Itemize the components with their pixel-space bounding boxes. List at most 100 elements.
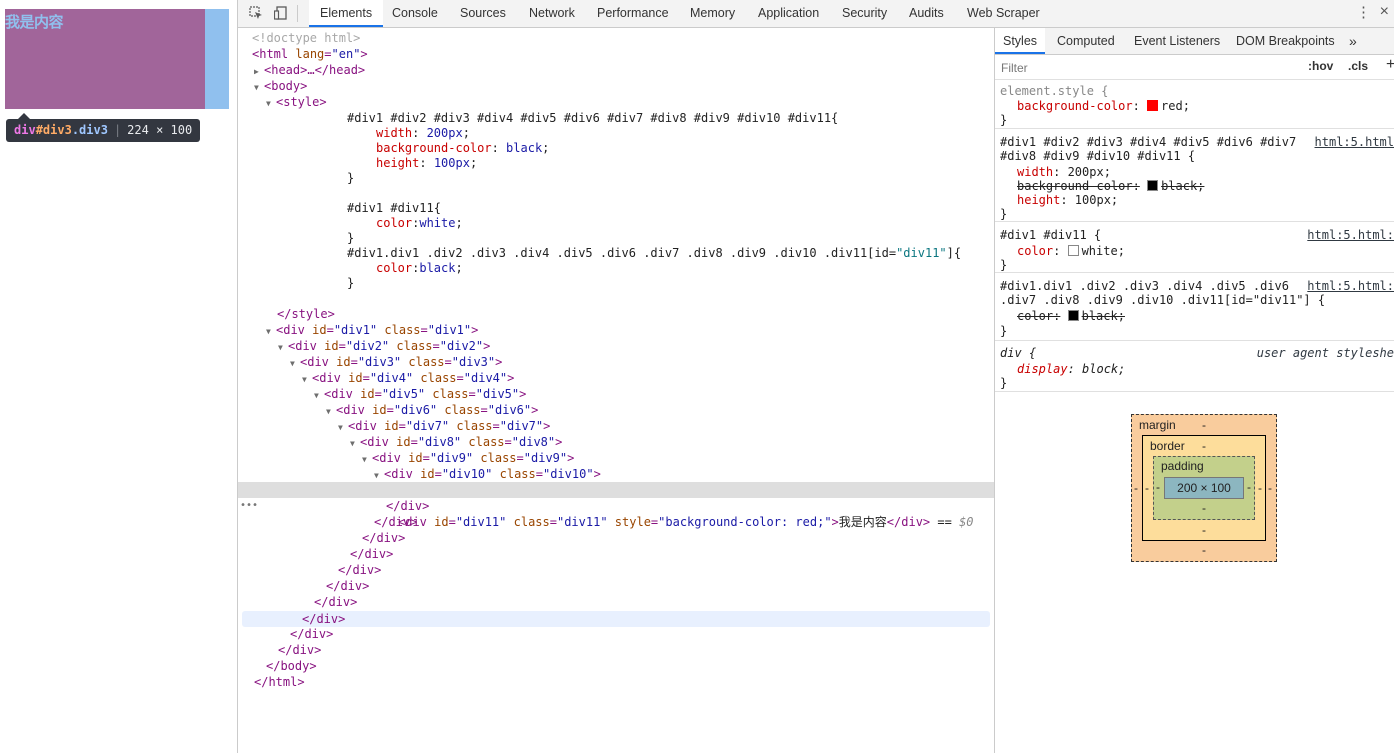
css-close-brace: } (347, 231, 355, 245)
hover-state-toggle[interactable]: :hov (1308, 59, 1333, 73)
collapse-triangle-icon[interactable]: ▼ (254, 80, 264, 96)
ellipsis-icon[interactable]: ••• (240, 498, 258, 514)
tab-network[interactable]: Network (529, 0, 575, 27)
tab-event-listeners[interactable]: Event Listeners (1134, 28, 1220, 54)
padding-bottom-value[interactable]: - (1202, 501, 1206, 515)
rule-declaration-overridden[interactable]: color: black; (1017, 309, 1125, 323)
tab-console[interactable]: Console (392, 0, 438, 27)
box-model-border[interactable]: border - - - - padding - - - 200 × 100 (1142, 435, 1266, 541)
rule-close: } (1000, 113, 1008, 127)
tab-security[interactable]: Security (842, 0, 887, 27)
margin-top-value[interactable]: - (1202, 418, 1206, 432)
margin-bottom-value[interactable]: - (1202, 543, 1206, 557)
rule-selector[interactable]: #div8 #div9 #div10 #div11 { (1000, 149, 1195, 163)
rule-declaration[interactable]: color: white; (1017, 244, 1125, 258)
styles-filter-input[interactable] (999, 58, 1297, 77)
close-icon[interactable]: × (1380, 3, 1389, 21)
tab-dom-breakpoints[interactable]: DOM Breakpoints (1236, 28, 1335, 54)
rule-selector[interactable]: #div1 #div2 #div3 #div4 #div5 #div6 #div… (1000, 135, 1296, 149)
new-style-rule-button[interactable]: + (1386, 56, 1394, 74)
dom-node-div8[interactable]: ▼ <div id="div8" class="div8"> (350, 434, 1106, 450)
dom-close-div-hovered[interactable]: </div> (242, 611, 990, 627)
rule-declaration[interactable]: width: 200px; (1017, 165, 1111, 179)
rule-selector[interactable]: #div1 #div11 { (1000, 228, 1101, 242)
devtools-panel: Elements Console Sources Network Perform… (237, 0, 1394, 753)
dom-node-body[interactable]: ▼ <body> (254, 78, 1010, 94)
rule-selector[interactable]: #div1.div1 .div2 .div3 .div4 .div5 .div6 (1000, 279, 1289, 293)
collapse-triangle-icon[interactable]: ▼ (326, 404, 336, 420)
more-vertical-icon[interactable]: ⋮ (1356, 5, 1371, 21)
highlighted-element-overlay[interactable]: 我是内容 (5, 9, 229, 109)
box-model-content-size[interactable]: 200 × 100 (1164, 477, 1244, 499)
dom-close-div[interactable]: </div> (314, 594, 1070, 610)
collapse-triangle-icon[interactable]: ▼ (290, 356, 300, 372)
rule-declaration[interactable]: height: 100px; (1017, 193, 1118, 207)
tab-application[interactable]: Application (758, 0, 819, 27)
tab-computed[interactable]: Computed (1057, 28, 1115, 54)
border-bottom-value[interactable]: - (1202, 523, 1206, 537)
double-chevron-right-icon[interactable]: » (1349, 28, 1357, 54)
dom-node-div11-selected[interactable]: ••• <div id="div11" class="div11" style=… (238, 482, 994, 529)
class-toggle[interactable]: .cls (1348, 59, 1368, 73)
tab-styles[interactable]: Styles (995, 28, 1046, 54)
border-top-value[interactable]: - (1202, 439, 1206, 453)
dom-node-div6[interactable]: ▼ <div id="div6" class="div6"> (326, 402, 1082, 418)
tab-web-scraper[interactable]: Web Scraper (967, 0, 1040, 27)
dom-node-div7[interactable]: ▼ <div id="div7" class="div7"> (338, 418, 1094, 434)
border-left-value[interactable]: - (1145, 481, 1149, 495)
rule-declaration[interactable]: background-color: red; (1017, 99, 1190, 113)
tab-elements[interactable]: Elements (309, 0, 384, 27)
margin-right-value[interactable]: - (1268, 481, 1272, 495)
padding-left-value[interactable]: - (1156, 480, 1160, 494)
border-right-value[interactable]: - (1258, 481, 1262, 495)
device-toolbar-icon[interactable] (273, 6, 288, 20)
collapse-triangle-icon[interactable]: ▼ (302, 372, 312, 388)
dom-node-html[interactable]: <html lang="en"> (252, 46, 1008, 62)
dom-node-style[interactable]: ▼ <style> (266, 94, 1022, 110)
dom-node-head[interactable]: ▶ <head>…</head> (254, 62, 1010, 78)
tab-audits[interactable]: Audits (909, 0, 944, 27)
box-model-padding[interactable]: padding - - - 200 × 100 (1153, 456, 1255, 520)
collapse-triangle-icon[interactable]: ▼ (362, 452, 372, 468)
padding-right-value[interactable]: - (1247, 480, 1251, 494)
rule-selector[interactable]: element.style { (1000, 84, 1108, 98)
rule-source-link[interactable]: html:5.html: (1307, 228, 1394, 242)
dom-node-div4[interactable]: ▼ <div id="div4" class="div4"> (302, 370, 1058, 386)
tab-memory[interactable]: Memory (690, 0, 735, 27)
dom-node-div1[interactable]: ▼ <div id="div1" class="div1"> (266, 322, 1022, 338)
dom-close-div[interactable]: </div> (350, 546, 1106, 562)
rule-source-link[interactable]: html:5.html (1315, 135, 1394, 149)
dom-node-div5[interactable]: ▼ <div id="div5" class="div5"> (314, 386, 1070, 402)
rule-declaration[interactable]: display: block; (1017, 362, 1125, 376)
dom-close-body[interactable]: </body> (266, 658, 1022, 674)
rule-source-link[interactable]: html:5.html: (1307, 279, 1394, 293)
color-swatch[interactable] (1067, 310, 1079, 321)
dom-doctype[interactable]: <!doctype html> (252, 30, 1008, 46)
dom-close-div[interactable]: </div> (290, 626, 1046, 642)
rule-selector[interactable]: div { (1000, 346, 1036, 360)
dom-close-div[interactable]: </div> (278, 642, 1034, 658)
inspect-element-icon[interactable] (249, 6, 263, 20)
tab-sources[interactable]: Sources (460, 0, 506, 27)
dom-node-div2[interactable]: ▼ <div id="div2" class="div2"> (278, 338, 1034, 354)
rule-close: } (1000, 258, 1008, 272)
collapse-triangle-icon[interactable]: ▼ (266, 96, 276, 112)
dom-close-div[interactable]: </div> (326, 578, 1082, 594)
collapse-triangle-icon[interactable]: ▼ (314, 388, 324, 404)
dom-close-div[interactable]: </div> (338, 562, 1094, 578)
dom-node-div3[interactable]: ▼ <div id="div3" class="div3"> (290, 354, 1046, 370)
rule-selector[interactable]: .div7 .div8 .div9 .div10 .div11[id="div1… (1000, 293, 1325, 307)
color-swatch[interactable] (1147, 180, 1159, 191)
color-swatch[interactable] (1147, 100, 1159, 111)
margin-left-value[interactable]: - (1134, 481, 1138, 495)
collapse-triangle-icon[interactable]: ▼ (350, 436, 360, 452)
tab-performance[interactable]: Performance (597, 0, 669, 27)
collapse-triangle-icon[interactable]: ▼ (278, 340, 288, 356)
collapse-triangle-icon[interactable]: ▼ (338, 420, 348, 436)
color-swatch[interactable] (1067, 245, 1079, 256)
rule-declaration-overridden[interactable]: background-color: black; (1017, 179, 1204, 193)
dom-style-close[interactable]: </style> (277, 306, 1033, 322)
dom-close-html[interactable]: </html> (254, 674, 1010, 690)
box-model-margin[interactable]: margin - - - - border - - - - padding - … (1131, 414, 1277, 562)
collapse-triangle-icon[interactable]: ▼ (266, 324, 276, 340)
